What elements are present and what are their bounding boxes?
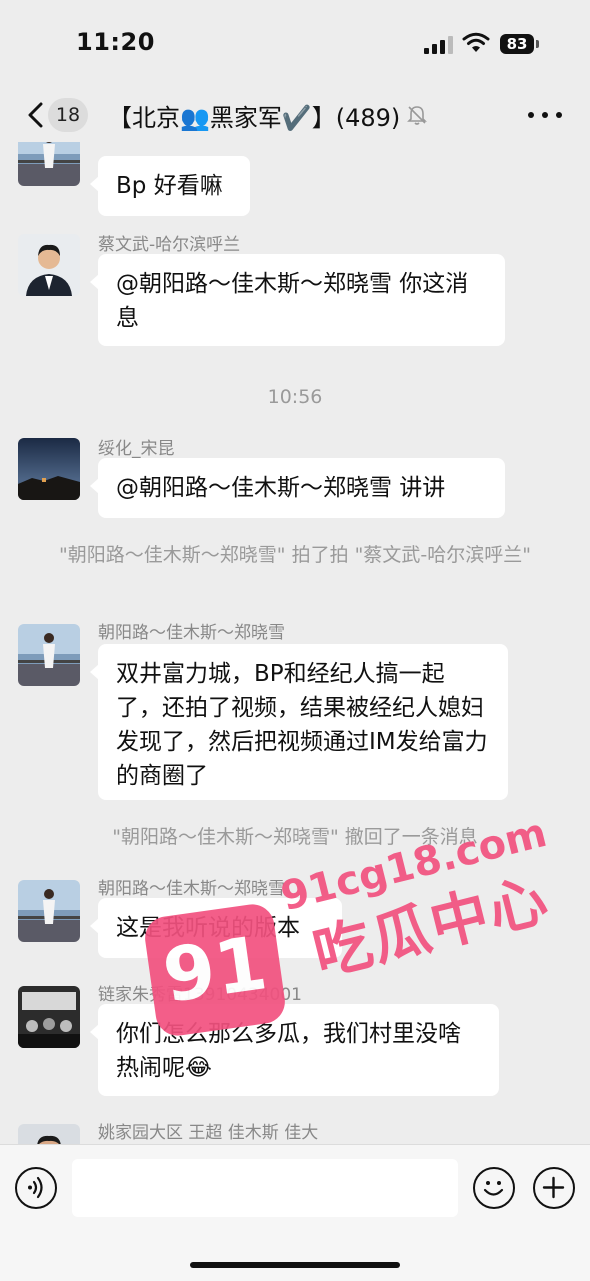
message-text: @朝阳路～佳木斯～郑晓雪 你这消息 [116,271,469,331]
watermark-logo: 91 [142,901,288,1039]
night-landscape-avatar-image [18,438,80,500]
avatar-meeting-room[interactable] [18,986,80,1048]
plus-icon[interactable] [533,1167,575,1209]
avatar-woman-seaside[interactable] [18,624,80,686]
chat-title-text: 【北京👥黑家军✔️】(489) [108,103,401,132]
avatar-woman-seaside[interactable] [18,142,80,186]
more-dots-icon[interactable] [528,104,564,124]
plus-sign-icon [542,1176,565,1199]
chat-title[interactable]: 【北京👥黑家军✔️】(489) [108,98,478,132]
input-bar [0,1144,590,1281]
chat-header: 18 【北京👥黑家军✔️】(489) [0,88,590,142]
back-button[interactable]: 18 [20,96,92,134]
battery-tip [536,40,539,48]
smiley-face-icon [483,1181,504,1196]
voice-icon[interactable] [15,1167,57,1209]
home-indicator[interactable] [190,1262,400,1268]
message-list[interactable]: Bp 好看嘛 蔡文武-哈尔滨呼兰 @朝阳路～佳木斯～郑晓雪 你这消息 10:56… [0,142,590,1144]
unread-badge: 18 [48,98,88,132]
meeting-room-avatar-image [18,986,80,1048]
avatar-man-portrait[interactable] [18,1124,80,1144]
message-text: 双井富力城，BP和经纪人搞一起了，还拍了视频，结果被经纪人媳妇发现了，然后把视频… [116,661,488,789]
man-suit-avatar-image [18,234,80,296]
woman-seaside-avatar-image [18,880,80,942]
message-timestamp: 10:56 [267,386,323,408]
back-chevron-icon [28,102,43,128]
message-bubble[interactable]: 双井富力城，BP和经纪人搞一起了，还拍了视频，结果被经纪人媳妇发现了，然后把视频… [90,644,508,800]
man-portrait-avatar-image [18,1124,80,1144]
battery-icon: 83 [500,34,534,54]
wifi-icon [462,32,490,52]
avatar-night-landscape[interactable] [18,438,80,500]
system-notice-pat: "朝阳路～佳木斯～郑晓雪" 拍了拍 "蔡文武-哈尔滨呼兰" [59,544,531,566]
message-text: @朝阳路～佳木斯～郑晓雪 讲讲 [116,475,446,501]
status-time: 11:20 [76,28,155,56]
cellular-signal-icon [424,36,454,54]
woman-seaside-avatar-image [18,142,80,186]
voice-waves-icon [28,1176,43,1199]
status-bar: 11:20 83 [0,0,590,88]
avatar-man-suit[interactable] [18,234,80,296]
emoji-icon[interactable] [473,1167,515,1209]
message-input[interactable] [72,1159,458,1217]
avatar-woman-seaside[interactable] [18,880,80,942]
sender-name: 姚家园大区 王超 佳木斯 佳大 [98,1123,319,1143]
sender-name: 朝阳路～佳木斯～郑晓雪 [98,879,285,899]
message-text: Bp 好看嘛 [116,173,223,199]
sender-name: 朝阳路～佳木斯～郑晓雪 [98,623,285,643]
message-bubble[interactable]: Bp 好看嘛 [90,156,250,216]
message-bubble[interactable]: @朝阳路～佳木斯～郑晓雪 你这消息 [90,254,505,346]
sender-name: 绥化_宋昆 [98,439,175,459]
mute-bell-icon [407,106,428,125]
message-bubble[interactable]: @朝阳路～佳木斯～郑晓雪 讲讲 [90,458,505,518]
woman-seaside-avatar-image [18,624,80,686]
sender-name: 蔡文武-哈尔滨呼兰 [98,235,241,255]
